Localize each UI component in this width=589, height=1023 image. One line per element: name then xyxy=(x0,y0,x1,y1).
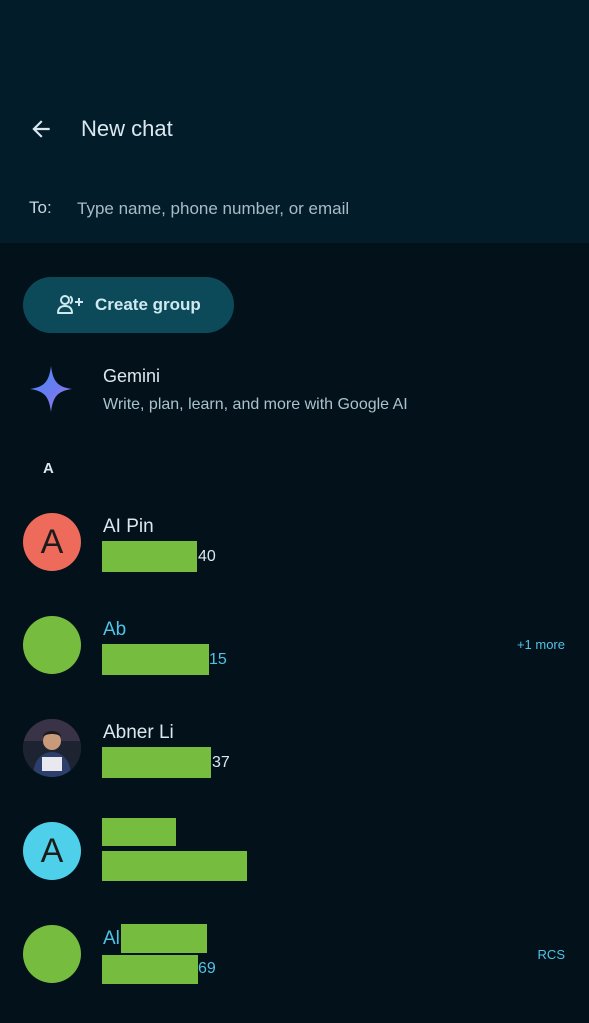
contact-row[interactable]: A AI Pin 40 xyxy=(0,500,589,590)
redacted-number xyxy=(102,644,209,675)
gemini-item[interactable]: Gemini Write, plan, learn, and more with… xyxy=(0,352,589,432)
gemini-name: Gemini xyxy=(103,366,161,386)
avatar-photo xyxy=(23,719,81,777)
contact-row[interactable]: Al 69 RCS xyxy=(0,912,589,1002)
to-label: To: xyxy=(29,198,52,217)
section-header: A xyxy=(43,460,54,477)
number-suffix: 69 xyxy=(198,960,216,977)
create-group-label: Create group xyxy=(95,295,201,314)
arrow-back-icon xyxy=(32,120,50,138)
gemini-description: Write, plan, learn, and more with Google… xyxy=(103,396,408,413)
contact-name: Al xyxy=(103,928,120,949)
contact-name: Abner Li xyxy=(103,722,174,743)
create-group-button[interactable]: Create group xyxy=(23,277,234,333)
redacted-name xyxy=(121,924,207,953)
avatar xyxy=(23,616,81,674)
number-suffix: 37 xyxy=(212,754,230,771)
new-chat-screen: New chat To: Create group Gemini Write, … xyxy=(0,0,589,1023)
add-group-icon xyxy=(57,295,83,314)
redacted-name xyxy=(102,818,176,846)
avatar-letter: A xyxy=(40,831,64,870)
contact-name: AI Pin xyxy=(103,516,154,537)
avatar: A xyxy=(23,513,81,571)
rcs-label: RCS xyxy=(537,947,565,962)
top-app-bar: New chat To: xyxy=(0,0,589,243)
redacted-number xyxy=(102,541,197,572)
contact-row[interactable]: Ab 15 +1 more xyxy=(0,603,589,693)
redacted-number xyxy=(102,747,211,778)
recipient-input[interactable] xyxy=(77,196,557,222)
number-suffix: 40 xyxy=(198,548,216,565)
redacted-number xyxy=(102,955,198,984)
page-title: New chat xyxy=(81,116,173,141)
back-button[interactable] xyxy=(20,108,62,150)
contact-row[interactable]: Abner Li 37 xyxy=(0,706,589,796)
avatar: A xyxy=(23,822,81,880)
avatar-letter: A xyxy=(40,522,64,561)
number-suffix: 15 xyxy=(209,651,227,668)
avatar xyxy=(23,925,81,983)
gemini-sparkle-icon xyxy=(30,366,72,412)
redacted-number xyxy=(102,851,247,881)
contact-row[interactable]: A xyxy=(0,809,589,899)
more-numbers-label: +1 more xyxy=(516,637,565,652)
person-photo-icon xyxy=(23,719,81,777)
contact-name: Ab xyxy=(103,619,127,640)
